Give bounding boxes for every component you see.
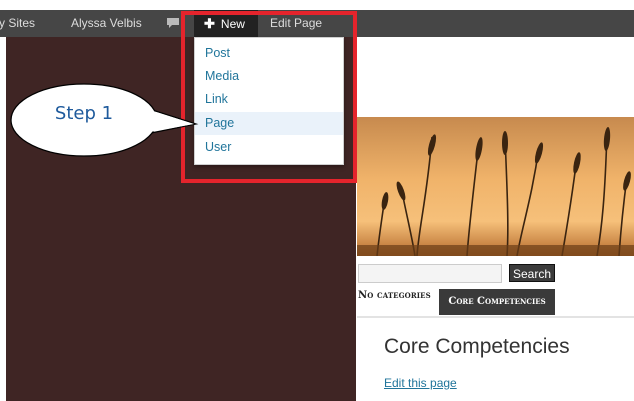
content-divider <box>357 316 634 318</box>
no-categories-text: No categories <box>358 290 431 301</box>
new-post-item[interactable]: Post <box>195 42 343 65</box>
search-button[interactable]: Search <box>509 264 555 282</box>
new-content-dropdown: Post Media Link Page User <box>194 37 344 165</box>
new-link-item[interactable]: Link <box>195 88 343 111</box>
page-title: Core Competencies <box>384 335 570 358</box>
comment-bubble-icon[interactable] <box>166 17 180 29</box>
admin-bar: My Sites Alyssa Velbis ✚ New Edit Page <box>0 10 634 37</box>
new-user-item[interactable]: User <box>195 136 343 159</box>
my-sites-menu[interactable]: My Sites <box>0 10 35 37</box>
new-media-item[interactable]: Media <box>195 65 343 88</box>
edit-this-page-link[interactable]: Edit this page <box>384 376 457 390</box>
user-menu[interactable]: Alyssa Velbis <box>71 10 142 37</box>
plus-icon: ✚ <box>204 16 215 31</box>
edit-page-link[interactable]: Edit Page <box>270 10 322 37</box>
new-menu-label: New <box>220 17 245 31</box>
step-callout-text: Step 1 <box>54 103 114 124</box>
nav-tab-core-competencies[interactable]: Core Competencies <box>439 289 555 315</box>
new-content-menu[interactable]: ✚ New <box>194 10 258 37</box>
header-image <box>357 117 634 256</box>
search-input[interactable] <box>358 264 502 283</box>
new-page-item[interactable]: Page <box>195 112 343 135</box>
